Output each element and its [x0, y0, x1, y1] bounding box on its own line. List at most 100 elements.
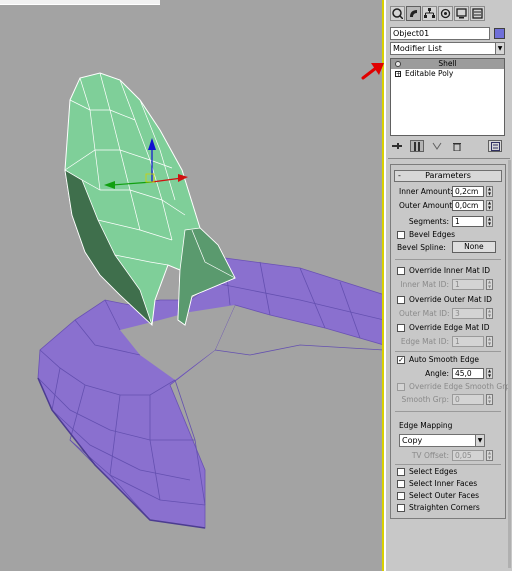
inner-mat-id-field[interactable]: 1 — [452, 279, 484, 290]
tv-offset-spinner[interactable]: ▲ ▼ — [486, 450, 493, 461]
inner-mat-id-row: Inner Mat ID: 1 ▲ ▼ — [399, 279, 493, 290]
inner-mat-id-spinner[interactable]: ▲ ▼ — [486, 279, 493, 290]
angle-label: Angle: — [425, 369, 449, 378]
smooth-grp-row: Smooth Grp: 0 ▲ ▼ — [399, 394, 493, 405]
command-panel: Object01 Modifier List ▼ Shell + Editabl… — [386, 0, 512, 571]
select-inner-faces-checkbox[interactable] — [397, 479, 405, 488]
angle-row: Angle: 45,0 ▲ ▼ — [399, 368, 493, 379]
stack-item-shell[interactable]: Shell — [391, 59, 504, 69]
override-edge-mat-checkbox[interactable] — [397, 323, 405, 332]
section-separator — [395, 464, 501, 465]
inner-amount-spinner[interactable]: ▲ ▼ — [486, 186, 493, 197]
smooth-grp-field[interactable]: 0 — [452, 394, 484, 405]
outer-mat-id-field[interactable]: 3 — [452, 308, 484, 319]
segments-field[interactable]: 1 — [452, 216, 484, 227]
bevel-spline-button[interactable]: None — [451, 241, 496, 253]
tv-offset-label: TV Offset: — [411, 451, 449, 460]
straighten-corners-row[interactable]: Straighten Corners — [397, 503, 480, 512]
override-inner-mat-checkbox[interactable] — [397, 266, 405, 275]
panel-divider — [388, 158, 510, 159]
edge-mat-id-label: Edge Mat ID: — [400, 337, 449, 346]
remove-modifier-icon — [453, 142, 461, 151]
outer-mat-id-spinner[interactable]: ▲ ▼ — [486, 308, 493, 319]
edge-mat-id-field[interactable]: 1 — [452, 336, 484, 347]
select-inner-faces-row[interactable]: Select Inner Faces — [397, 479, 477, 488]
stack-item-editable-poly[interactable]: + Editable Poly — [391, 69, 504, 79]
make-unique-button[interactable] — [430, 140, 444, 152]
select-edges-row[interactable]: Select Edges — [397, 467, 457, 476]
command-panel-tabs — [390, 6, 485, 24]
expand-plus-icon[interactable]: + — [395, 71, 401, 78]
select-edges-checkbox[interactable] — [397, 467, 405, 476]
modifier-stack[interactable]: Shell + Editable Poly — [390, 58, 505, 136]
select-outer-faces-checkbox[interactable] — [397, 491, 405, 500]
stack-item-label: Shell — [438, 59, 457, 68]
override-outer-mat-checkbox[interactable] — [397, 295, 405, 304]
create-tab[interactable] — [390, 6, 405, 21]
display-tab[interactable] — [454, 6, 469, 21]
utilities-icon — [472, 8, 483, 19]
smooth-grp-spinner[interactable]: ▲ ▼ — [486, 394, 493, 405]
object-color-swatch[interactable] — [494, 28, 505, 39]
pin-stack-icon — [392, 143, 402, 149]
outer-mat-id-label: Outer Mat ID: — [399, 309, 450, 318]
angle-field[interactable]: 45,0 — [452, 368, 484, 379]
inner-amount-label: Inner Amount: — [399, 187, 453, 196]
override-outer-mat-label: Override Outer Mat ID — [409, 295, 492, 304]
chevron-down-icon[interactable]: ▼ — [475, 435, 484, 446]
green-leaf-mesh[interactable] — [64, 72, 236, 327]
perspective-viewport[interactable] — [0, 0, 384, 571]
angle-spinner[interactable]: ▲ ▼ — [486, 368, 493, 379]
motion-icon — [440, 8, 451, 19]
object-name-field[interactable]: Object01 — [390, 27, 490, 40]
select-outer-faces-row[interactable]: Select Outer Faces — [397, 491, 479, 500]
segments-spinner[interactable]: ▲ ▼ — [486, 216, 493, 227]
rollout-title: Parameters — [425, 171, 471, 180]
override-outer-mat-row[interactable]: Override Outer Mat ID — [397, 295, 492, 304]
show-end-result-icon — [414, 141, 420, 151]
override-edge-mat-label: Override Edge Mat ID — [409, 323, 490, 332]
chevron-down-icon[interactable]: ▼ — [495, 43, 504, 54]
lightbulb-icon[interactable] — [395, 61, 401, 67]
inner-amount-field[interactable]: 0,2cm — [452, 186, 484, 197]
inner-mat-id-label: Inner Mat ID: — [400, 280, 449, 289]
configure-modifier-sets-button[interactable] — [488, 140, 502, 152]
panel-scrollbar[interactable] — [508, 160, 511, 568]
outer-amount-spinner[interactable]: ▲ ▼ — [486, 200, 493, 211]
edge-mapping-row: Edge Mapping — [399, 421, 452, 430]
pin-stack-button[interactable] — [390, 140, 404, 152]
select-inner-faces-label: Select Inner Faces — [409, 479, 478, 488]
make-unique-icon — [432, 142, 442, 150]
outer-amount-label: Outer Amount: — [399, 201, 455, 210]
motion-tab[interactable] — [438, 6, 453, 21]
modifier-list-label: Modifier List — [393, 44, 442, 53]
auto-smooth-edge-row[interactable]: ✓ Auto Smooth Edge — [397, 355, 479, 364]
utilities-tab[interactable] — [470, 6, 485, 21]
edge-mat-id-row: Edge Mat ID: 1 ▲ ▼ — [399, 336, 493, 347]
inner-amount-row: Inner Amount: 0,2cm ▲ ▼ — [399, 186, 493, 197]
collapse-minus-icon: - — [398, 171, 401, 180]
edge-mapping-label: Edge Mapping — [399, 421, 453, 430]
show-end-result-button[interactable] — [410, 140, 424, 152]
parameters-rollout-header[interactable]: - Parameters — [394, 170, 502, 182]
override-edge-mat-row[interactable]: Override Edge Mat ID — [397, 323, 489, 332]
bevel-edges-row[interactable]: Bevel Edges — [397, 230, 455, 239]
create-icon — [392, 8, 403, 19]
override-inner-mat-row[interactable]: Override Inner Mat ID — [397, 266, 490, 275]
remove-modifier-button[interactable] — [450, 140, 464, 152]
tv-offset-field[interactable]: 0,05 — [452, 450, 484, 461]
hierarchy-tab[interactable] — [422, 6, 437, 21]
modify-tab[interactable] — [406, 6, 421, 21]
edge-mapping-dropdown[interactable]: Copy ▼ — [399, 434, 485, 447]
edge-mat-id-spinner[interactable]: ▲ ▼ — [486, 336, 493, 347]
straighten-corners-checkbox[interactable] — [397, 503, 405, 512]
purple-shell-mesh[interactable] — [37, 257, 384, 529]
override-edge-smooth-checkbox[interactable] — [397, 382, 405, 391]
section-separator — [395, 259, 501, 260]
auto-smooth-edge-checkbox[interactable]: ✓ — [397, 355, 405, 364]
modifier-list-dropdown[interactable]: Modifier List ▼ — [390, 42, 505, 55]
override-edge-smooth-row[interactable]: Override Edge Smooth Grp — [397, 382, 510, 391]
outer-amount-field[interactable]: 0,0cm — [452, 200, 484, 211]
bevel-edges-checkbox[interactable] — [397, 230, 405, 239]
stack-toolbar — [390, 139, 464, 153]
